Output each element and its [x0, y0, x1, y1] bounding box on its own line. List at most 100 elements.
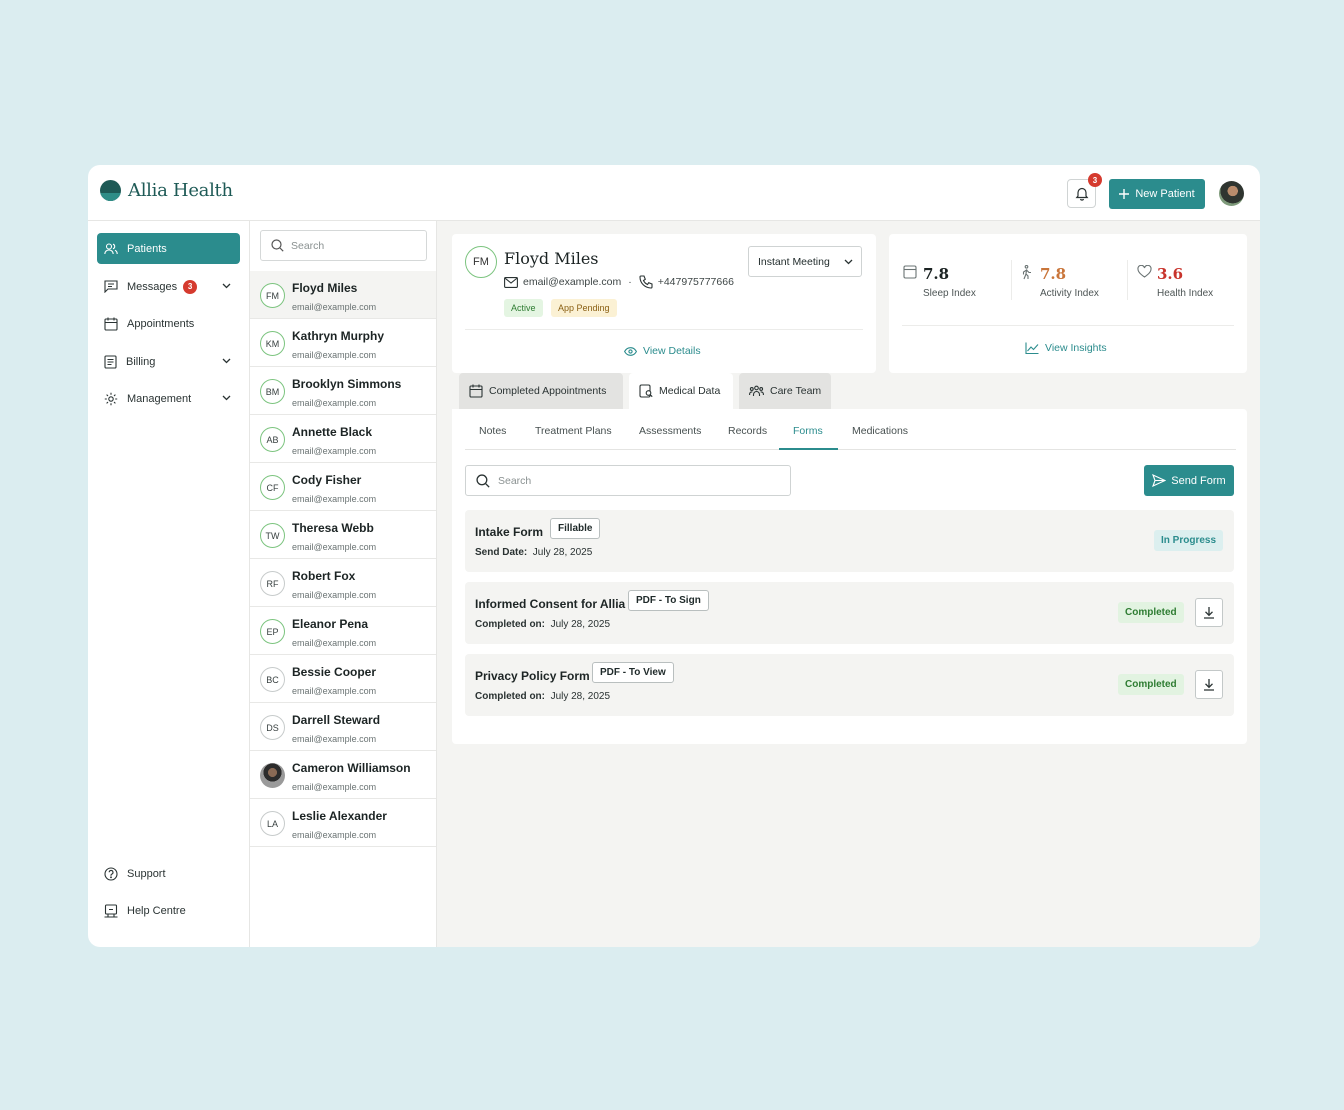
send-form-button[interactable]: Send Form [1144, 465, 1234, 496]
activity-index-label: Activity Index [1040, 288, 1099, 299]
patient-row[interactable]: BC Bessie Cooper email@example.com [250, 655, 436, 703]
patient-avatar: DS [260, 715, 285, 740]
patient-email: email@example.com [292, 542, 377, 552]
search-icon [271, 239, 284, 252]
form-meta-label: Completed on: [475, 691, 545, 702]
sidebar-item-label: Billing [126, 355, 156, 368]
view-insights-link[interactable]: View Insights [1025, 342, 1107, 354]
form-meta-date: July 28, 2025 [532, 547, 593, 558]
subtab-medications[interactable]: Medications [852, 425, 908, 437]
sidebar: Patients Messages 3 Appointments Billing… [88, 221, 250, 947]
subtab-records[interactable]: Records [728, 425, 767, 437]
patient-name: Annette Black [292, 425, 373, 439]
sidebar-item-help-centre[interactable]: Help Centre [97, 895, 240, 926]
app-name: Allia Health [128, 180, 233, 201]
form-row[interactable]: Informed Consent for Allia PDF - To Sign… [465, 582, 1234, 644]
patient-row[interactable]: TW Theresa Webb email@example.com [250, 511, 436, 559]
user-avatar[interactable] [1219, 181, 1244, 206]
sidebar-item-management[interactable]: Management [97, 383, 240, 414]
sidebar-item-patients[interactable]: Patients [97, 233, 240, 264]
patient-row[interactable]: DS Darrell Steward email@example.com [250, 703, 436, 751]
patient-row[interactable]: RF Robert Fox email@example.com [250, 559, 436, 607]
sidebar-item-label: Patients [127, 242, 167, 255]
form-meta: Completed on: July 28, 2025 [475, 619, 610, 630]
form-status-badge: Completed [1118, 602, 1184, 623]
form-title: Privacy Policy Form [475, 669, 590, 683]
plus-icon [1119, 189, 1130, 199]
download-icon [1204, 679, 1214, 691]
message-icon [104, 280, 118, 293]
subtab-assessments[interactable]: Assessments [639, 425, 701, 437]
sidebar-item-label: Support [127, 867, 166, 880]
patient-avatar: TW [260, 523, 285, 548]
patient-row[interactable]: KM Kathryn Murphy email@example.com [250, 319, 436, 367]
patient-email: email@example.com [292, 302, 377, 312]
search-icon [476, 473, 490, 488]
sidebar-item-appointments[interactable]: Appointments [97, 308, 240, 339]
new-patient-button[interactable]: New Patient [1109, 179, 1205, 209]
patient-name: Kathryn Murphy [292, 329, 385, 343]
chevron-down-icon[interactable] [221, 355, 232, 366]
sidebar-item-billing[interactable]: Billing [97, 346, 240, 377]
form-title: Intake Form [475, 525, 544, 539]
chevron-down-icon [844, 259, 853, 265]
subtab-forms[interactable]: Forms [793, 425, 823, 437]
eye-icon [624, 346, 637, 356]
patient-row[interactable]: AB Annette Black email@example.com [250, 415, 436, 463]
logo[interactable]: Allia Health [100, 180, 233, 201]
app-window: Allia Health 3 New Patient Patients Mess… [88, 165, 1260, 947]
download-button[interactable] [1195, 670, 1223, 699]
tab-label: Completed Appointments [489, 385, 607, 397]
activity-index-value: 7.8 [1040, 265, 1067, 283]
walking-icon [1022, 265, 1031, 280]
chevron-down-icon[interactable] [221, 392, 232, 403]
phone-icon [639, 275, 653, 289]
subtab-notes[interactable]: Notes [479, 425, 506, 437]
patient-row[interactable]: CF Cody Fisher email@example.com [250, 463, 436, 511]
care-team-icon [749, 385, 764, 396]
patient-row[interactable]: FM Floyd Miles email@example.com [250, 271, 436, 319]
form-status-badge: Completed [1118, 674, 1184, 695]
divider [1127, 260, 1128, 300]
profile-phone[interactable]: +447975777666 [658, 276, 734, 288]
tab-completed-appointments[interactable]: Completed Appointments [459, 373, 623, 409]
forms-panel: Notes Treatment Plans Assessments Record… [452, 409, 1247, 744]
search-placeholder: Search [291, 239, 325, 252]
patient-avatar: LA [260, 811, 285, 836]
chevron-down-icon[interactable] [221, 280, 232, 291]
divider [902, 325, 1234, 326]
patient-name: Bessie Cooper [292, 665, 377, 679]
chart-line-icon [1025, 342, 1039, 354]
subtab-treatment-plans[interactable]: Treatment Plans [535, 425, 612, 437]
sidebar-item-support[interactable]: Support [97, 858, 240, 889]
profile-contact: email@example.com · +447975777666 [504, 275, 734, 289]
profile-email[interactable]: email@example.com [523, 276, 621, 288]
search-placeholder: Search [498, 474, 532, 487]
forms-search-input[interactable]: Search [465, 465, 791, 496]
patient-name: Floyd Miles [292, 281, 358, 295]
instant-meeting-dropdown[interactable]: Instant Meeting [748, 246, 862, 277]
tab-medical-data[interactable]: Medical Data [629, 373, 733, 409]
sidebar-item-messages[interactable]: Messages 3 [97, 271, 240, 302]
form-title: Informed Consent for Allia [475, 597, 626, 611]
form-row[interactable]: Intake Form Fillable Send Date: July 28,… [465, 510, 1234, 572]
notifications-button[interactable]: 3 [1067, 173, 1102, 208]
patient-row[interactable]: BM Brooklyn Simmons email@example.com [250, 367, 436, 415]
medical-data-icon [639, 384, 653, 398]
tab-care-team[interactable]: Care Team [739, 373, 831, 409]
patient-search-input[interactable]: Search [260, 230, 427, 261]
download-button[interactable] [1195, 598, 1223, 627]
patient-email: email@example.com [292, 446, 377, 456]
new-patient-label: New Patient [1135, 188, 1195, 200]
logo-mark-icon [100, 180, 121, 201]
help-circle-icon [104, 866, 118, 881]
health-index-label: Health Index [1157, 288, 1214, 299]
patient-avatar: BC [260, 667, 285, 692]
view-details-link[interactable]: View Details [624, 345, 701, 357]
users-icon [104, 242, 118, 254]
patient-row[interactable]: EP Eleanor Pena email@example.com [250, 607, 436, 655]
instant-meeting-label: Instant Meeting [758, 255, 830, 268]
patient-row[interactable]: Cameron Williamson email@example.com [250, 751, 436, 799]
patient-row[interactable]: LA Leslie Alexander email@example.com [250, 799, 436, 847]
form-row[interactable]: Privacy Policy Form PDF - To View Comple… [465, 654, 1234, 716]
